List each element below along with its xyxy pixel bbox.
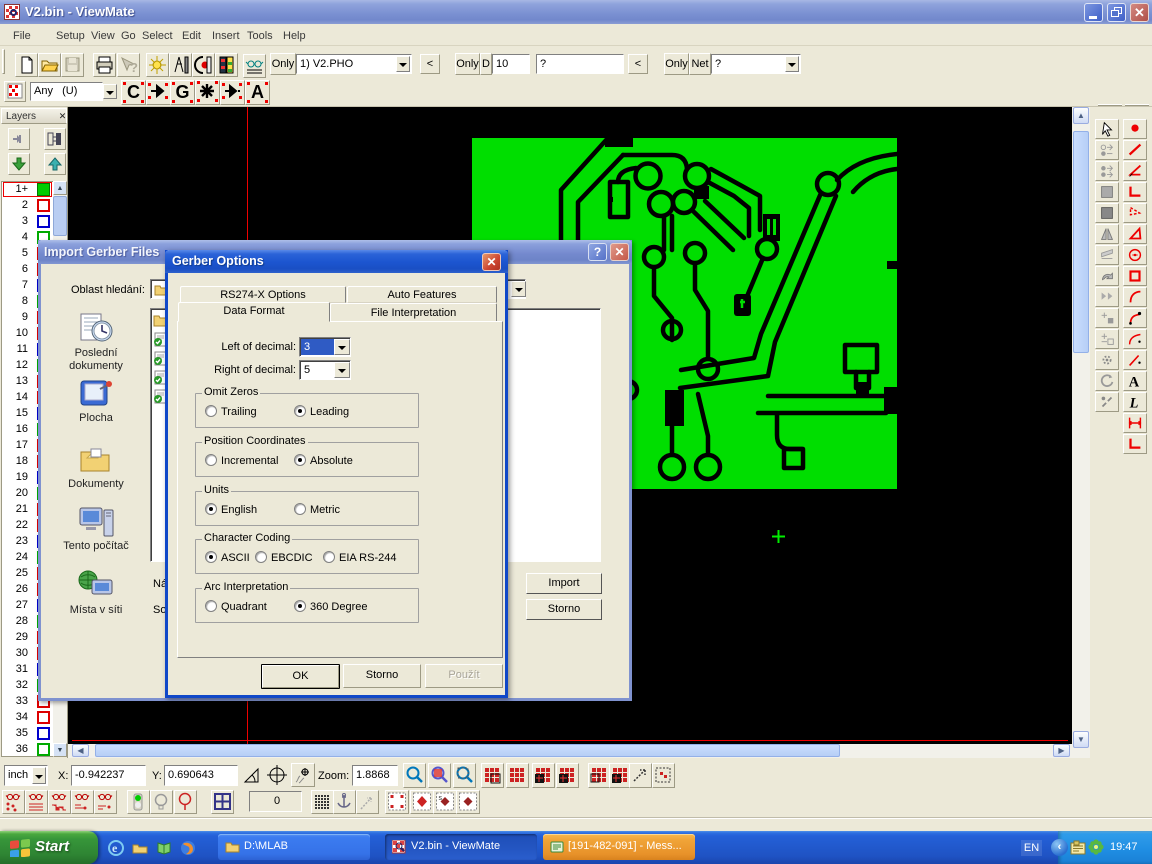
svg-text:?: ? [130,60,138,75]
svg-text:A: A [1129,374,1140,390]
svg-text:L: L [1129,395,1139,411]
svg-text:e: e [112,841,118,855]
svg-text:s: s [439,795,443,802]
